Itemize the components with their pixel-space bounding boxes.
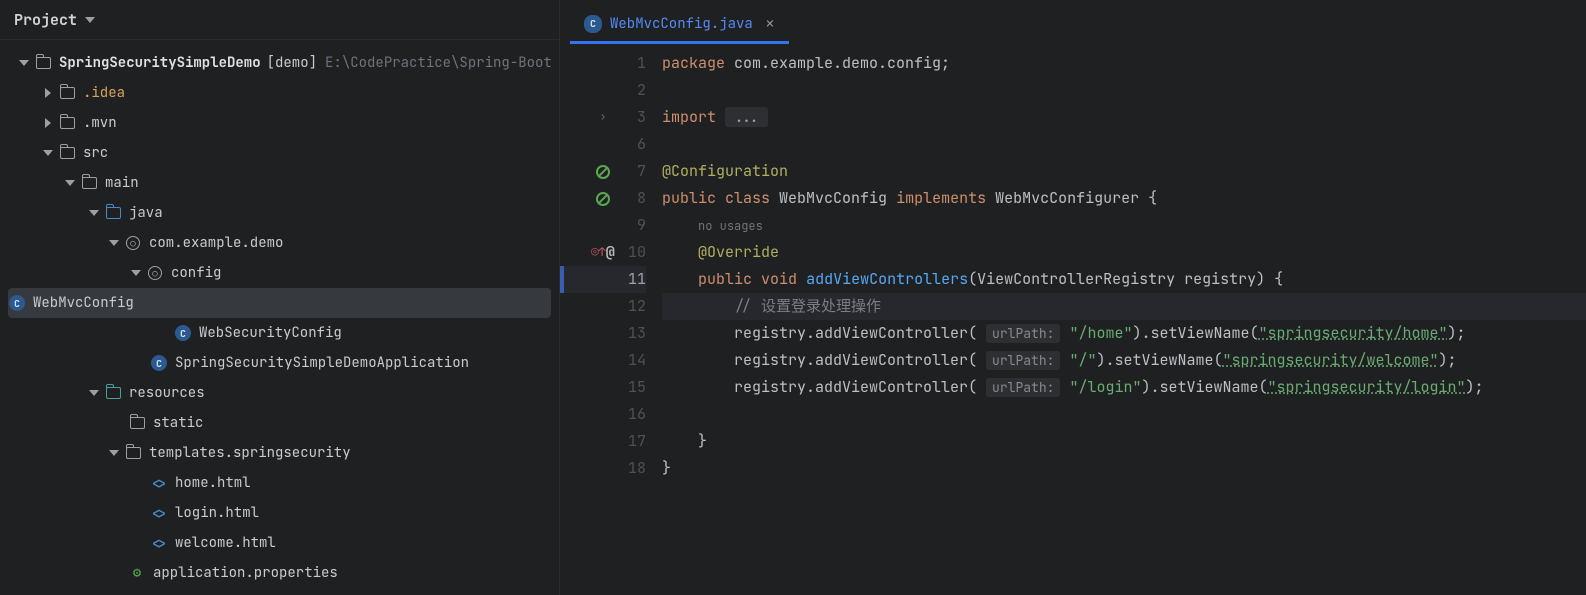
param-hint: urlPath:: [986, 351, 1060, 370]
class-icon: C: [584, 15, 602, 33]
class-icon: C: [9, 295, 25, 311]
editor-pane: C WebMvcConfig.java × 1 2 ›3 6 7 8 9 ◎↑@…: [560, 0, 1586, 595]
tree-file-application-class[interactable]: C SpringSecuritySimpleDemoApplication: [0, 348, 559, 378]
chevron-down-icon: [65, 180, 75, 186]
module-suffix: [demo]: [267, 54, 317, 72]
folder-icon: [60, 147, 75, 159]
param-hint: urlPath:: [986, 378, 1060, 397]
tree-folder-static[interactable]: static: [0, 408, 559, 438]
tree-root[interactable]: SpringSecuritySimpleDemo [demo] E:\CodeP…: [0, 48, 559, 78]
html-icon: <>: [151, 535, 167, 552]
code-area[interactable]: 1 2 ›3 6 7 8 9 ◎↑@10 11 12 13 14 15 16 1…: [560, 44, 1586, 595]
tree-folder-main[interactable]: main: [0, 168, 559, 198]
tree-file-webmvcconfig[interactable]: C WebMvcConfig: [8, 288, 551, 318]
tree-file-login[interactable]: <> login.html: [0, 498, 559, 528]
vcs-change-marker: [560, 266, 564, 293]
chevron-down-icon: [109, 240, 119, 246]
gutter: 1 2 ›3 6 7 8 9 ◎↑@10 11 12 13 14 15 16 1…: [560, 44, 656, 595]
tab-label: WebMvcConfig.java: [610, 15, 753, 33]
tree-folder-resources[interactable]: resources: [0, 378, 559, 408]
tree-folder-templates[interactable]: templates.springsecurity: [0, 438, 559, 468]
override-icon[interactable]: [596, 192, 610, 206]
tree-file-welcome[interactable]: <> welcome.html: [0, 528, 559, 558]
editor-tabs: C WebMvcConfig.java ×: [560, 0, 1586, 44]
override-icon[interactable]: [596, 165, 610, 179]
properties-icon: ⚙: [133, 564, 141, 582]
tree-folder-idea[interactable]: .idea: [0, 78, 559, 108]
chevron-right-icon: [45, 118, 51, 128]
resources-folder-icon: [106, 387, 121, 399]
usages-hint[interactable]: no usages: [698, 218, 763, 234]
html-icon: <>: [151, 505, 167, 522]
project-name: SpringSecuritySimpleDemo: [59, 54, 261, 72]
tree-file-websecurityconfig[interactable]: C WebSecurityConfig: [0, 318, 559, 348]
chevron-down-icon: [89, 390, 99, 396]
tree-folder-java[interactable]: java: [0, 198, 559, 228]
folder-icon: [60, 87, 75, 99]
source-folder-icon: [106, 207, 121, 219]
chevron-down-icon: [89, 210, 99, 216]
chevron-down-icon: [43, 150, 53, 156]
tab-webmvcconfig[interactable]: C WebMvcConfig.java ×: [570, 6, 789, 44]
tree-package-config[interactable]: ○ config: [0, 258, 559, 288]
html-icon: <>: [151, 475, 167, 492]
package-icon: ○: [148, 266, 162, 280]
chevron-down-icon: [109, 450, 119, 456]
folder-icon: [60, 117, 75, 129]
class-run-icon: C: [151, 355, 167, 371]
tree-file-properties[interactable]: ⚙ application.properties: [0, 558, 559, 588]
chevron-down-icon: [85, 17, 95, 23]
folder-icon: [130, 417, 145, 429]
project-tree: SpringSecuritySimpleDemo [demo] E:\CodeP…: [0, 40, 559, 595]
chevron-down-icon: [19, 60, 29, 66]
package-icon: ○: [126, 236, 140, 250]
folder-icon: [126, 447, 141, 459]
tree-folder-mvn[interactable]: .mvn: [0, 108, 559, 138]
project-tool-window: Project SpringSecuritySimpleDemo [demo] …: [0, 0, 560, 595]
project-header[interactable]: Project: [0, 0, 559, 40]
chevron-right-icon: [45, 88, 51, 98]
close-icon[interactable]: ×: [765, 13, 775, 35]
project-path: E:\CodePractice\Spring-Boot: [325, 54, 552, 72]
folded-region[interactable]: ...: [725, 107, 768, 127]
class-icon: C: [175, 325, 191, 341]
param-hint: urlPath:: [986, 324, 1060, 343]
folder-icon: [82, 177, 97, 189]
project-title: Project: [14, 10, 77, 30]
tree-file-home[interactable]: <> home.html: [0, 468, 559, 498]
module-icon: [36, 57, 51, 69]
tree-folder-src[interactable]: src: [0, 138, 559, 168]
chevron-down-icon: [131, 270, 141, 276]
code-text[interactable]: package com.example.demo.config; import …: [656, 44, 1586, 595]
fold-icon[interactable]: ›: [600, 104, 607, 131]
tree-package[interactable]: ○ com.example.demo: [0, 228, 559, 258]
implements-icon[interactable]: ◎↑: [591, 239, 605, 266]
